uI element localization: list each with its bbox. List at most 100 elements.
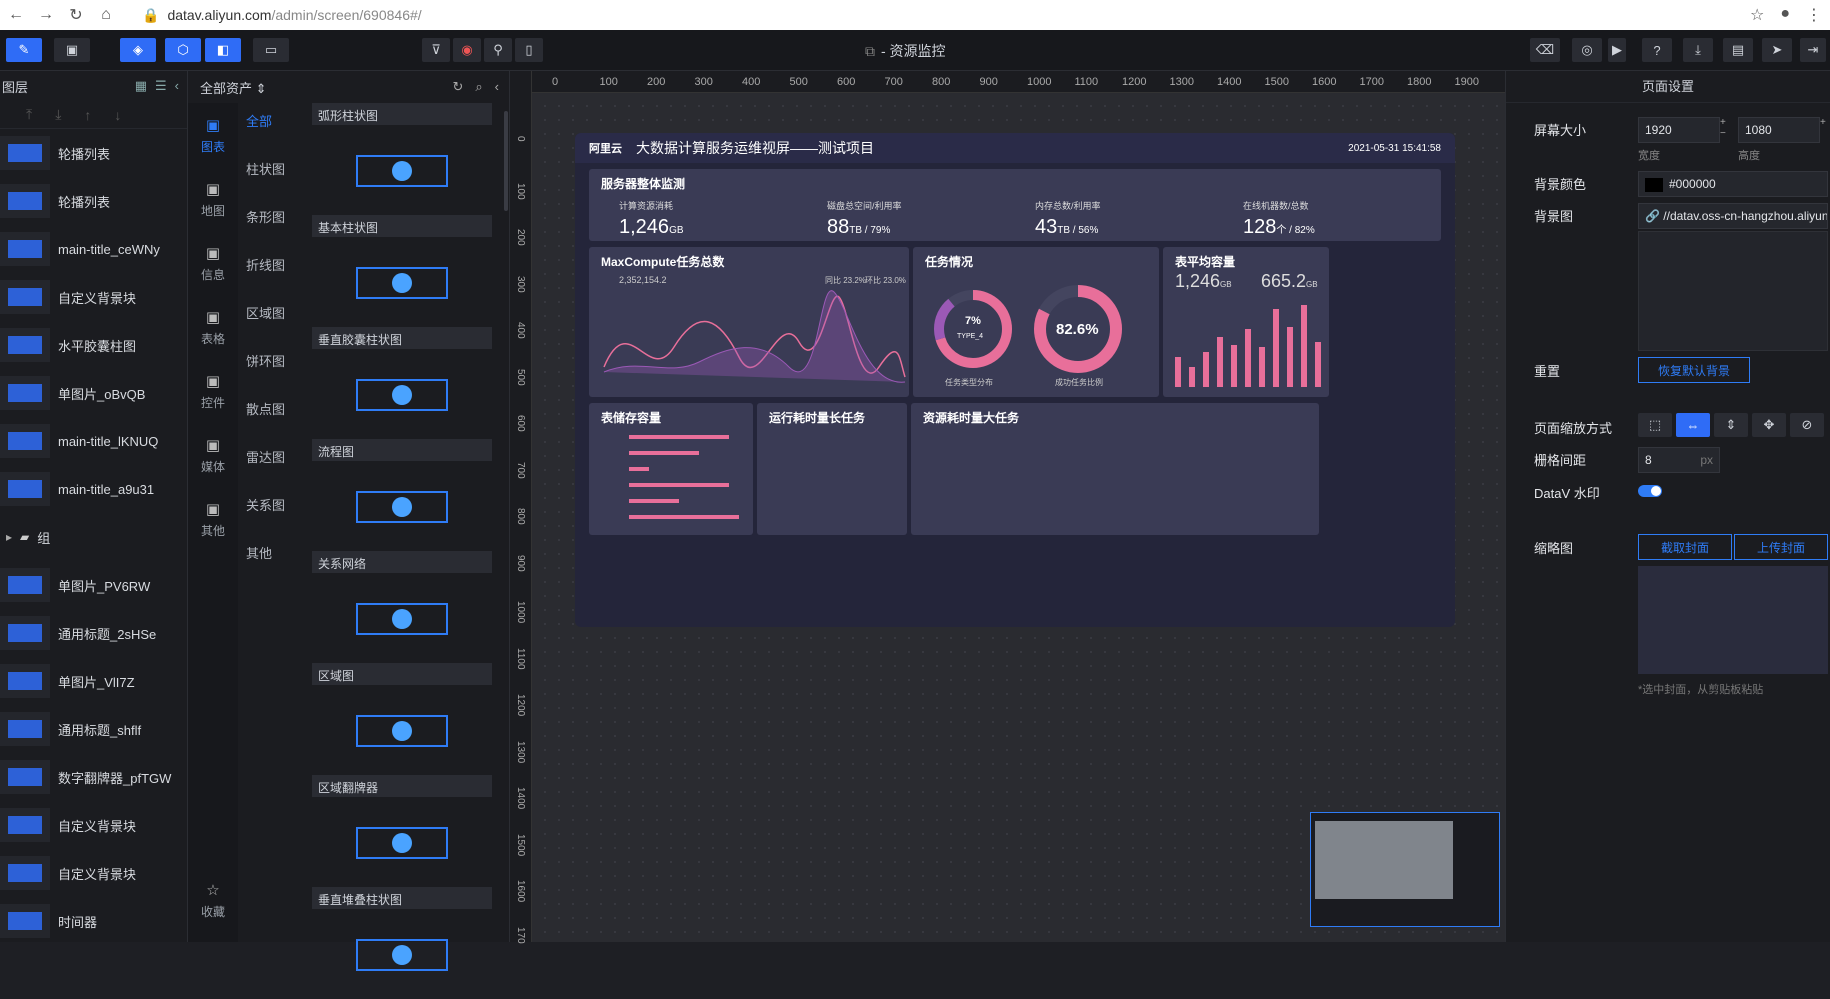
category-bar-chart[interactable]: ▣ 图表 <box>188 103 238 167</box>
grid-input[interactable]: 8 px <box>1638 447 1720 473</box>
component-toggle-button[interactable]: ⬡ <box>165 38 201 62</box>
capture-cover-button[interactable]: 截取封面 <box>1638 534 1732 560</box>
layer-item[interactable]: 时间器 <box>0 897 187 945</box>
layer-item[interactable]: 单图片_VlI7Z <box>0 657 187 705</box>
record-icon[interactable]: ◉ <box>453 38 481 62</box>
collapse-icon[interactable]: ‹ <box>495 79 499 95</box>
component-tile[interactable]: 垂直胶囊柱状图 <box>312 327 492 431</box>
assets-dropdown[interactable]: 全部资产 ⇕ <box>200 78 267 97</box>
thumbnail-preview[interactable] <box>1638 566 1828 674</box>
reset-bg-button[interactable]: 恢复默认背景 <box>1638 357 1750 383</box>
layer-item[interactable]: main-title_a9u31 <box>0 465 187 513</box>
bg-color-input[interactable]: #000000 <box>1638 171 1828 197</box>
component-tile[interactable]: 弧形柱状图 <box>312 103 492 207</box>
zoom-fit-icon[interactable]: ⬚ <box>1638 413 1672 437</box>
width-stepper[interactable]: + − <box>1720 117 1726 139</box>
collapse-icon[interactable]: ‹ <box>175 78 179 94</box>
address-bar[interactable]: 🔒 datav.aliyun.com/admin/screen/690846#/ <box>142 7 422 24</box>
layer-item[interactable]: 自定义背景块 <box>0 801 187 849</box>
refresh-icon[interactable]: ↻ <box>452 79 463 95</box>
publish-icon[interactable]: ➤ <box>1762 38 1792 62</box>
component-tile[interactable]: 流程图 <box>312 439 492 543</box>
subcategory-item[interactable]: 条形图 <box>238 199 300 247</box>
subcategory-item[interactable]: 其他 <box>238 535 300 583</box>
preview-mode-button[interactable]: ▣ <box>54 38 90 62</box>
zoom-width-icon[interactable]: ⇔ <box>1676 413 1710 437</box>
search-icon[interactable]: ⌕ <box>475 79 482 95</box>
forward-icon[interactable]: → <box>38 6 54 24</box>
layer-item[interactable]: ▸ ▰ 组 <box>0 513 187 561</box>
category-map-pin[interactable]: ▣ 地图 <box>188 167 238 231</box>
category-text[interactable]: ▣ 信息 <box>188 231 238 295</box>
component-tile[interactable]: 基本柱状图 <box>312 215 492 319</box>
layer-item[interactable]: 轮播列表 <box>0 129 187 177</box>
subcategory-item[interactable]: 关系图 <box>238 487 300 535</box>
width-input[interactable]: 1920 <box>1638 117 1720 143</box>
toolbox-button[interactable]: ▭ <box>253 38 289 62</box>
layer-item[interactable]: main-title_ceWNy <box>0 225 187 273</box>
edit-mode-button[interactable]: ✎ <box>6 38 42 62</box>
height-input[interactable]: 1080 <box>1738 117 1820 143</box>
component-tile[interactable]: 区域翻牌器 <box>312 775 492 879</box>
layer-item[interactable]: 通用标题_shflf <box>0 705 187 753</box>
component-tile[interactable]: 垂直堆叠柱状图 <box>312 887 492 991</box>
trash-icon[interactable]: ⌫ <box>1530 38 1560 62</box>
move-up-icon[interactable]: ↑ <box>84 107 91 123</box>
zoom-full-icon[interactable]: ✥ <box>1752 413 1786 437</box>
zoom-height-icon[interactable]: ⇕ <box>1714 413 1748 437</box>
filter-icon[interactable]: ⊽ <box>422 38 450 62</box>
layer-item[interactable]: 水平胶囊柱图 <box>0 321 187 369</box>
component-tile[interactable]: 关系网络 <box>312 551 492 655</box>
help-icon[interactable]: ? <box>1642 38 1672 62</box>
zoom-none-icon[interactable]: ⊘ <box>1790 413 1824 437</box>
bg-image-preview[interactable] <box>1638 231 1828 351</box>
list-view-icon[interactable]: ☰ <box>155 78 167 94</box>
preview-icon[interactable]: ▤ <box>1723 38 1753 62</box>
grid-view-icon[interactable]: ▦ <box>135 78 147 94</box>
category-other[interactable]: ▣ 其他 <box>188 487 238 551</box>
subcategory-item[interactable]: 散点图 <box>238 391 300 439</box>
category-control[interactable]: ▣ 控件 <box>188 359 238 423</box>
mobile-icon[interactable]: ▯ <box>515 38 543 62</box>
scrollbar[interactable] <box>504 111 508 211</box>
component-tile[interactable]: 区域图 <box>312 663 492 767</box>
subcategory-item[interactable]: 区域图 <box>238 295 300 343</box>
layer-toggle-button[interactable]: ◈ <box>120 38 156 62</box>
move-down-icon[interactable]: ↓ <box>114 107 121 123</box>
star-icon[interactable]: ☆ <box>1750 5 1764 25</box>
layer-item[interactable]: 单图片_oBvQB <box>0 369 187 417</box>
subcategory-item[interactable]: 折线图 <box>238 247 300 295</box>
reload-icon[interactable]: ↻ <box>68 5 84 25</box>
back-icon[interactable]: ← <box>8 6 24 24</box>
menu-icon[interactable]: ⋮ <box>1806 5 1822 25</box>
subcategory-item[interactable]: 饼环图 <box>238 343 300 391</box>
layer-item[interactable]: 单图片_PV6RW <box>0 561 187 609</box>
play-icon[interactable]: ▶ <box>1608 38 1626 62</box>
profile-icon[interactable]: ● <box>1780 5 1790 25</box>
category-media[interactable]: ▣ 媒体 <box>188 423 238 487</box>
upload-cover-button[interactable]: 上传封面 <box>1734 534 1828 560</box>
layer-item[interactable]: main-title_lKNUQ <box>0 417 187 465</box>
exit-icon[interactable]: ⇥ <box>1800 38 1826 62</box>
pin-icon[interactable]: ⚲ <box>484 38 512 62</box>
move-top-icon[interactable]: ⤒ <box>26 106 32 123</box>
layer-item[interactable]: 自定义背景块 <box>0 849 187 897</box>
subcategory-item[interactable]: 柱状图 <box>238 151 300 199</box>
home-icon[interactable]: ⌂ <box>98 6 114 24</box>
layer-item[interactable]: 数字翻牌器_pfTGW <box>0 753 187 801</box>
layer-item[interactable]: 轮播列表 <box>0 177 187 225</box>
snapshot-icon[interactable]: ◎ <box>1572 38 1602 62</box>
dashboard-screen[interactable]: 阿里云 大数据计算服务运维视屏——测试项目 2021-05-31 15:41:5… <box>575 133 1455 627</box>
move-bottom-icon[interactable]: ⤓ <box>55 106 61 123</box>
layer-item[interactable]: 通用标题_2sHSe <box>0 609 187 657</box>
bg-image-input[interactable]: 🔗 //datav.oss-cn-hangzhou.aliyuncs <box>1638 203 1828 229</box>
height-stepper[interactable]: + <box>1820 117 1826 128</box>
subcategory-item[interactable]: 全部 <box>238 103 300 151</box>
category-table[interactable]: ▣ 表格 <box>188 295 238 359</box>
download-icon[interactable]: ⤓ <box>1683 38 1713 62</box>
canvas-minimap[interactable] <box>1310 812 1500 927</box>
subcategory-item[interactable]: 雷达图 <box>238 439 300 487</box>
watermark-toggle[interactable] <box>1638 485 1662 497</box>
panel-toggle-button[interactable]: ◧ <box>205 38 241 62</box>
favorites-button[interactable]: ☆ 收藏 <box>188 868 238 932</box>
